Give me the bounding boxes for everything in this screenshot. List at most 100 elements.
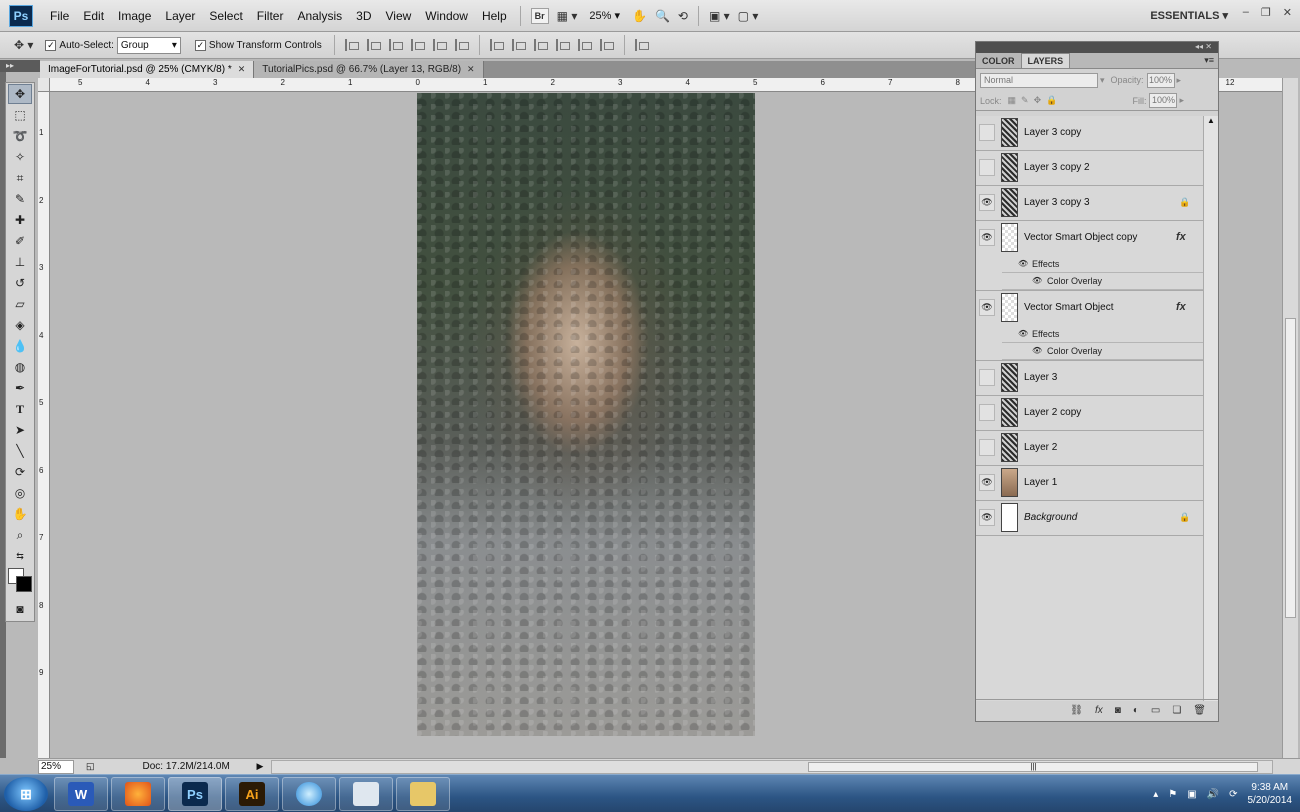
taskbar-itunes[interactable] [282, 777, 336, 811]
paint-bucket-tool-icon[interactable]: ◈ [8, 315, 32, 335]
scrollbar-thumb[interactable]: ||| [808, 761, 1259, 772]
adjustment-layer-icon[interactable]: ◐ [1133, 705, 1139, 716]
menu-3d[interactable]: 3D [349, 9, 378, 23]
hand-tool-icon[interactable]: ✋ [8, 504, 32, 524]
arrange-documents-icon[interactable]: ▣ ▾ [709, 6, 730, 26]
auto-align-layers-icon[interactable] [634, 39, 649, 51]
menu-layer[interactable]: Layer [158, 9, 202, 23]
show-hidden-icons-icon[interactable]: ▴ [1153, 789, 1158, 800]
menu-file[interactable]: File [43, 9, 76, 23]
magic-wand-tool-icon[interactable]: ✧ [8, 147, 32, 167]
align-hcenter-icon[interactable] [432, 39, 447, 51]
add-mask-icon[interactable]: ◙ [1115, 705, 1121, 716]
distribute-vcenter-icon[interactable] [511, 39, 526, 51]
lasso-tool-icon[interactable]: ➰ [8, 126, 32, 146]
align-bottom-icon[interactable] [388, 39, 403, 51]
network-icon[interactable]: ▣ [1187, 789, 1196, 800]
zoom-tool-icon[interactable]: ⌕ [8, 525, 32, 545]
close-icon[interactable]: ✕ [238, 64, 246, 75]
panel-titlebar[interactable]: ◂◂ ✕ [976, 42, 1218, 53]
taskbar-word[interactable]: W [54, 777, 108, 811]
eraser-tool-icon[interactable]: ▱ [8, 294, 32, 314]
layer-row[interactable]: 👁 Background 🔒 [976, 501, 1203, 536]
taskbar-explorer[interactable] [396, 777, 450, 811]
visibility-toggle[interactable] [979, 404, 995, 421]
menu-edit[interactable]: Edit [76, 9, 111, 23]
tab-layers[interactable]: LAYERS [1020, 53, 1071, 68]
fill-field[interactable]: 100% [1149, 93, 1178, 108]
crop-tool-icon[interactable]: ⌗ [8, 168, 32, 188]
new-layer-icon[interactable]: ❏ [1172, 705, 1181, 716]
fx-icon[interactable]: fx [1176, 301, 1186, 313]
eye-icon[interactable]: 👁 [979, 194, 995, 211]
clone-stamp-tool-icon[interactable]: ⊥ [8, 252, 32, 272]
eyedropper-tool-icon[interactable]: ✎ [8, 189, 32, 209]
close-icon[interactable]: ✕ [1283, 6, 1292, 19]
add-style-icon[interactable]: fx [1095, 705, 1103, 716]
effects-row[interactable]: 👁 Effects [1002, 326, 1203, 343]
view-extras-icon[interactable]: ▦ ▾ [557, 6, 578, 26]
menu-image[interactable]: Image [111, 9, 158, 23]
clock[interactable]: 9:38 AM 5/20/2014 [1248, 781, 1293, 807]
bridge-button[interactable]: Br [530, 7, 549, 24]
sync-icon[interactable]: ⟳ [1229, 789, 1237, 800]
status-zoom-field[interactable]: 25% [38, 759, 74, 774]
zoom-select[interactable]: 25% ▾ [589, 9, 620, 22]
visibility-toggle[interactable] [979, 369, 995, 386]
visibility-toggle[interactable] [979, 439, 995, 456]
eye-icon[interactable]: 👁 [1018, 329, 1028, 338]
layer-row[interactable]: Layer 3 [976, 361, 1203, 396]
chevron-down-icon[interactable]: ▾ [1100, 75, 1105, 86]
layer-row[interactable]: Layer 2 copy [976, 396, 1203, 431]
distribute-bottom-icon[interactable] [533, 39, 548, 51]
ruler-origin[interactable] [38, 78, 50, 92]
delete-layer-icon[interactable]: 🗑 [1193, 705, 1206, 716]
line-tool-icon[interactable]: ╲ [8, 441, 32, 461]
tab-color[interactable]: COLOR [976, 54, 1021, 68]
eye-icon[interactable]: 👁 [979, 299, 995, 316]
effect-row[interactable]: 👁 Color Overlay [1002, 273, 1203, 290]
align-left-icon[interactable] [410, 39, 425, 51]
scrollbar-thumb[interactable] [1285, 318, 1296, 618]
show-transform-checkbox[interactable]: ✓ [194, 39, 206, 51]
auto-select-checkbox[interactable]: ✓ [45, 39, 57, 51]
move-tool-preset-icon[interactable]: ✥ ▾ [14, 35, 33, 55]
effect-row[interactable]: 👁 Color Overlay [1002, 343, 1203, 360]
swap-colors-icon[interactable]: ⇆ [8, 546, 32, 566]
lock-position-icon[interactable]: ✥ [1034, 95, 1042, 106]
visibility-toggle[interactable] [979, 124, 995, 141]
menu-select[interactable]: Select [202, 9, 249, 23]
show-transform-option[interactable]: ✓ Show Transform Controls [194, 39, 322, 51]
dodge-tool-icon[interactable]: ◍ [8, 357, 32, 377]
layers-scrollbar[interactable]: ▲ [1203, 116, 1218, 701]
tab-tutorial-pics[interactable]: TutorialPics.psd @ 66.7% (Layer 13, RGB/… [254, 61, 484, 78]
zoom-tool-icon[interactable]: 🔍 [655, 6, 670, 26]
menu-view[interactable]: View [378, 9, 418, 23]
auto-select-option[interactable]: ✓ Auto-Select: [45, 39, 114, 51]
new-group-icon[interactable]: ▭ [1151, 705, 1160, 716]
menu-help[interactable]: Help [475, 9, 514, 23]
auto-select-dropdown[interactable]: Group ▾ [116, 36, 181, 54]
layer-row[interactable]: 👁 Vector Smart Object copy fx 👁 Effects … [976, 221, 1203, 291]
menu-analysis[interactable]: Analysis [290, 9, 349, 23]
blend-mode-select[interactable]: Normal [980, 72, 1098, 88]
minimize-icon[interactable]: – [1243, 6, 1249, 19]
vertical-scrollbar[interactable] [1282, 78, 1298, 758]
3d-rotate-tool-icon[interactable]: ⟳ [8, 462, 32, 482]
flag-icon[interactable]: ⚑ [1168, 789, 1177, 800]
layer-row[interactable]: 👁 Layer 1 [976, 466, 1203, 501]
layer-row[interactable]: Layer 3 copy [976, 116, 1203, 151]
tab-image-for-tutorial[interactable]: ImageForTutorial.psd @ 25% (CMYK/8) * ✕ [40, 61, 255, 78]
document-canvas[interactable] [417, 93, 755, 736]
workspace-switcher[interactable]: ESSENTIALS ▾ [1150, 9, 1228, 22]
history-brush-tool-icon[interactable]: ↺ [8, 273, 32, 293]
path-selection-tool-icon[interactable]: ➤ [8, 420, 32, 440]
distribute-hcenter-icon[interactable] [577, 39, 592, 51]
eye-icon[interactable]: 👁 [1032, 276, 1042, 285]
panel-menu-icon[interactable]: ▾≡ [1204, 55, 1214, 66]
taskbar-firefox[interactable] [111, 777, 165, 811]
eye-icon[interactable]: 👁 [979, 474, 995, 491]
vertical-ruler[interactable]: 1 2 3 4 5 6 7 8 9 [38, 92, 50, 758]
menu-filter[interactable]: Filter [250, 9, 291, 23]
layer-row[interactable]: 👁 Layer 3 copy 3 🔒 [976, 186, 1203, 221]
